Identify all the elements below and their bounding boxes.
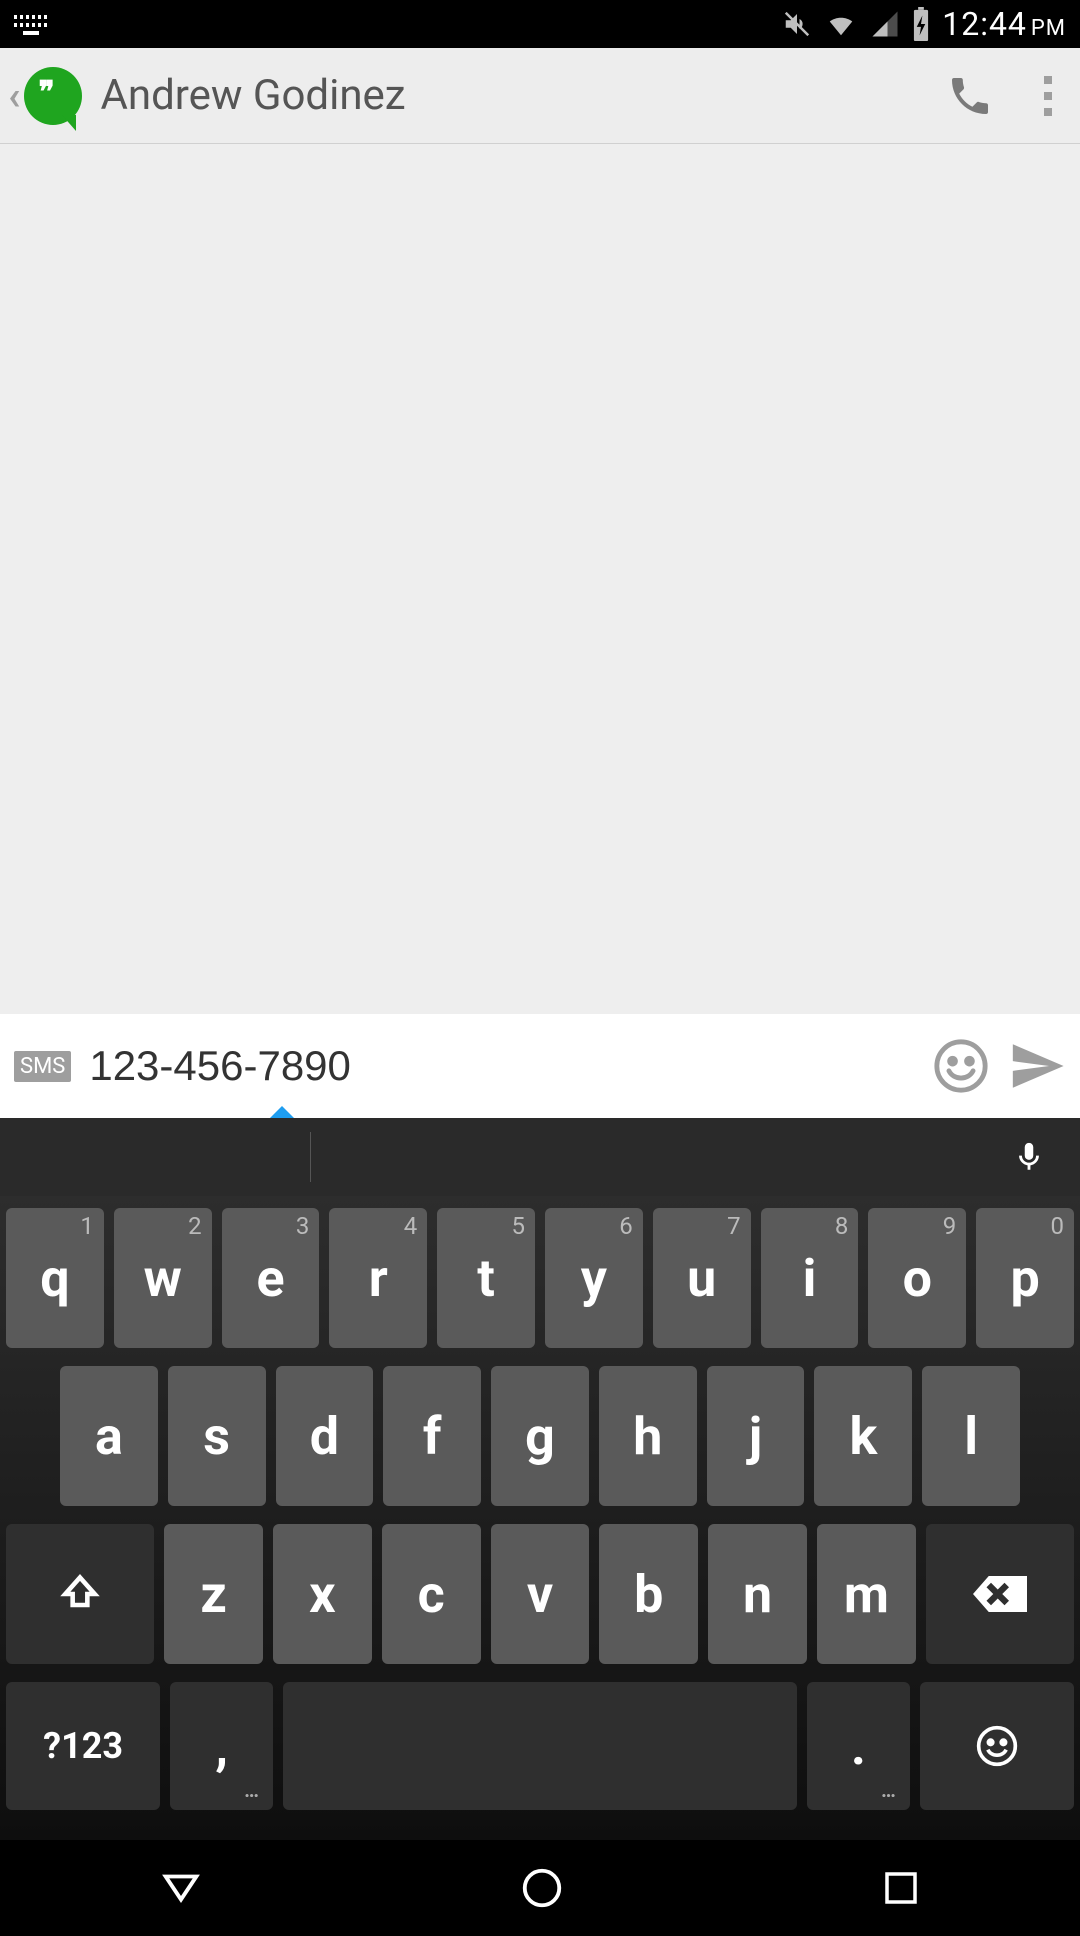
nav-recents-button[interactable] (880, 1867, 922, 1909)
key-m[interactable]: m (817, 1524, 916, 1664)
shift-key[interactable] (6, 1524, 154, 1664)
send-button[interactable] (1008, 1037, 1066, 1095)
compose-bar: SMS (0, 1014, 1080, 1118)
symbols-key[interactable]: ?123 (6, 1682, 160, 1810)
key-x[interactable]: x (273, 1524, 372, 1664)
key-e[interactable]: e3 (222, 1208, 320, 1348)
call-button[interactable] (946, 72, 994, 120)
keyboard-notification-icon (14, 13, 48, 35)
nav-back-button[interactable] (158, 1865, 204, 1911)
overflow-menu-button[interactable] (1034, 76, 1062, 116)
sms-badge: SMS (14, 1051, 71, 1082)
key-k[interactable]: k (814, 1366, 912, 1506)
key-g[interactable]: g (491, 1366, 589, 1506)
nav-home-button[interactable] (519, 1865, 565, 1911)
period-key[interactable]: .… (807, 1682, 910, 1810)
space-key[interactable] (283, 1682, 797, 1810)
key-s[interactable]: s (168, 1366, 266, 1506)
soft-keyboard: q1w2e3r4t5y6u7i8o9p0 asdfghjkl zxcvbnm ?… (0, 1196, 1080, 1840)
key-u[interactable]: u7 (653, 1208, 751, 1348)
contact-name[interactable]: Andrew Godinez (100, 71, 946, 120)
conversation-area[interactable] (0, 144, 1080, 1014)
key-p[interactable]: p0 (976, 1208, 1074, 1348)
key-l[interactable]: l (922, 1366, 1020, 1506)
key-o[interactable]: o9 (868, 1208, 966, 1348)
signal-icon (870, 9, 900, 39)
voice-input-button[interactable] (1012, 1134, 1046, 1180)
backspace-key[interactable] (926, 1524, 1074, 1664)
key-t[interactable]: t5 (437, 1208, 535, 1348)
key-y[interactable]: y6 (545, 1208, 643, 1348)
status-bar: 12:44PM (0, 0, 1080, 48)
back-button[interactable]: ‹ (8, 72, 20, 119)
key-f[interactable]: f (383, 1366, 481, 1506)
key-r[interactable]: r4 (329, 1208, 427, 1348)
strip-divider (310, 1132, 311, 1182)
key-v[interactable]: v (491, 1524, 590, 1664)
keyboard-suggestion-strip (0, 1118, 1080, 1196)
hangouts-app-icon[interactable]: ❞ (24, 67, 82, 125)
system-nav-bar (0, 1840, 1080, 1936)
comma-key[interactable]: ,… (170, 1682, 273, 1810)
battery-charging-icon (910, 7, 932, 41)
wifi-icon (822, 9, 860, 39)
key-i[interactable]: i8 (761, 1208, 859, 1348)
message-input[interactable] (89, 1042, 914, 1090)
key-a[interactable]: a (60, 1366, 158, 1506)
key-n[interactable]: n (708, 1524, 807, 1664)
key-b[interactable]: b (599, 1524, 698, 1664)
app-bar: ‹ ❞ Andrew Godinez (0, 48, 1080, 144)
key-z[interactable]: z (164, 1524, 263, 1664)
emoji-button[interactable] (932, 1037, 990, 1095)
key-w[interactable]: w2 (114, 1208, 212, 1348)
key-c[interactable]: c (382, 1524, 481, 1664)
key-j[interactable]: j (707, 1366, 805, 1506)
status-time: 12:44PM (942, 5, 1066, 43)
mute-icon (782, 7, 812, 41)
key-d[interactable]: d (276, 1366, 374, 1506)
key-h[interactable]: h (599, 1366, 697, 1506)
key-q[interactable]: q1 (6, 1208, 104, 1348)
emoji-key[interactable] (920, 1682, 1074, 1810)
